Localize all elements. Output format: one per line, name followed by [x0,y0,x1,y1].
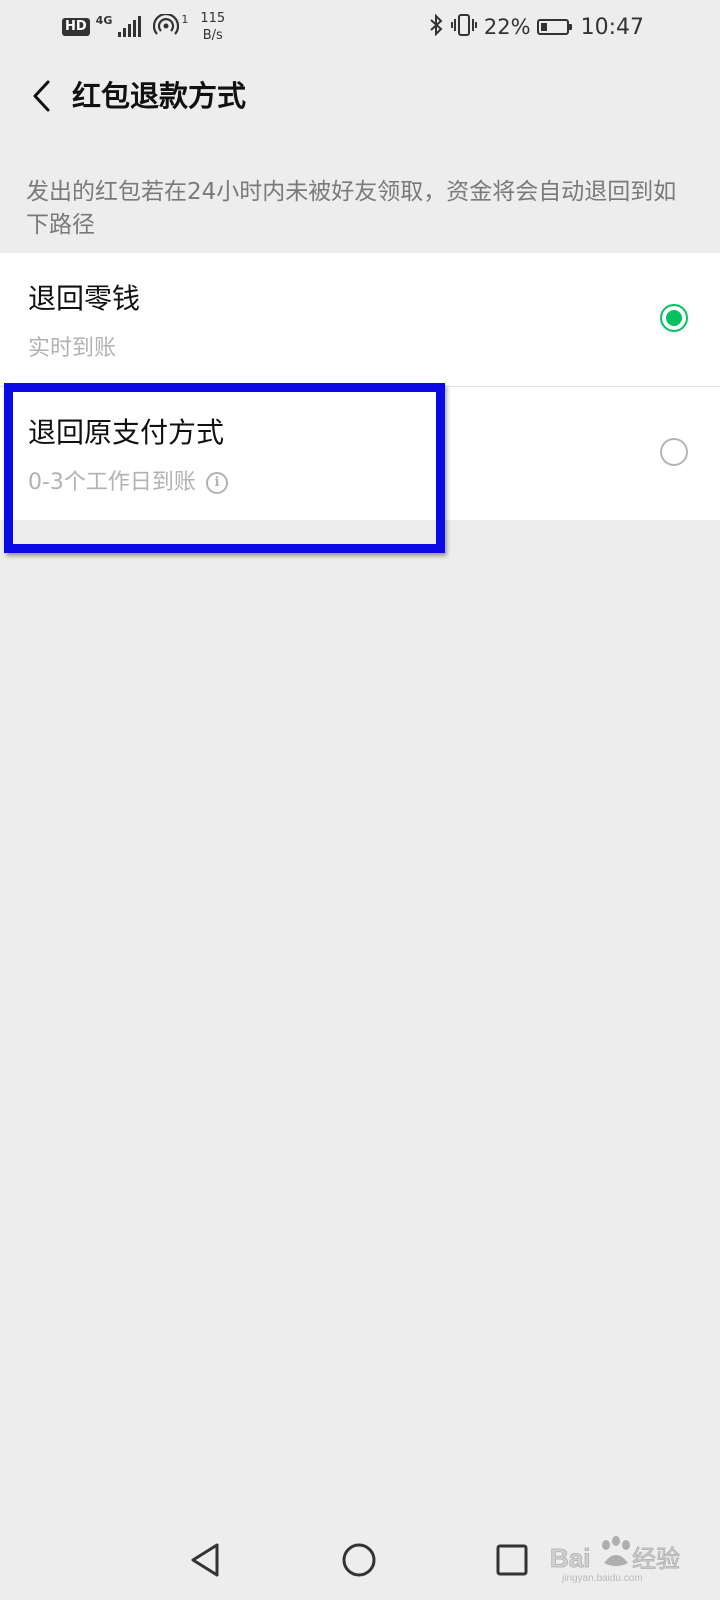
network-type: 4G [95,13,113,27]
vibrate-icon [450,13,478,41]
refund-options: 退回零钱 实时到账 退回原支付方式 0-3个工作日到账 i [0,253,720,520]
option-subtitle: 0-3个工作日到账 i [28,467,228,499]
hotspot-icon [153,12,180,40]
radio-unchecked[interactable] [660,438,688,466]
battery-percent: 22% [483,15,531,39]
svg-text:经验: 经验 [632,1545,680,1573]
clock: 10:47 [580,14,644,40]
hotspot-count: 1 [181,12,189,26]
signal-icon [118,16,142,37]
description-text: 发出的红包若在24小时内未被好友领取，资金将会自动退回到如下路径 [26,179,677,238]
chevron-left-icon [33,80,50,112]
network-speed: 115 B/s [200,10,225,44]
radio-checked[interactable] [660,304,688,332]
nav-home-button[interactable] [337,1538,381,1582]
baidu-jingyan-watermark: Bai 经验 jingyan.baidu.com [548,1535,708,1585]
header: 红包退款方式 [0,52,720,140]
option-subtitle-text: 实时到账 [28,336,117,361]
status-bar: HD 4G 1 115 B/s 22% 10:47 [0,0,720,52]
svg-text:jingyan.baidu.com: jingyan.baidu.com [561,1573,643,1584]
option-subtitle: 实时到账 [28,333,116,365]
recents-square-icon [496,1544,528,1576]
nav-back-button[interactable] [183,1538,227,1582]
option-refund-to-original-payment[interactable]: 退回原支付方式 0-3个工作日到账 i [0,386,720,520]
back-button[interactable] [18,72,66,120]
svg-text:Bai: Bai [550,1543,590,1573]
nav-recents-button[interactable] [490,1538,534,1582]
speed-unit: B/s [202,28,223,43]
bluetooth-icon [428,13,444,41]
status-left: HD 4G 1 115 B/s [62,10,225,44]
status-right: 22% 10:47 [428,10,644,44]
option-title: 退回原支付方式 [28,416,225,449]
hd-badge: HD [62,18,90,36]
back-triangle-icon [191,1543,219,1577]
info-icon[interactable]: i [205,472,228,494]
option-subtitle-text: 0-3个工作日到账 [28,470,196,495]
home-circle-icon [342,1543,376,1577]
option-refund-to-balance[interactable]: 退回零钱 实时到账 [0,253,720,386]
speed-value: 115 [200,11,226,26]
option-title: 退回零钱 [28,282,141,315]
page-title: 红包退款方式 [72,79,247,113]
battery-charging-icon [536,19,572,35]
